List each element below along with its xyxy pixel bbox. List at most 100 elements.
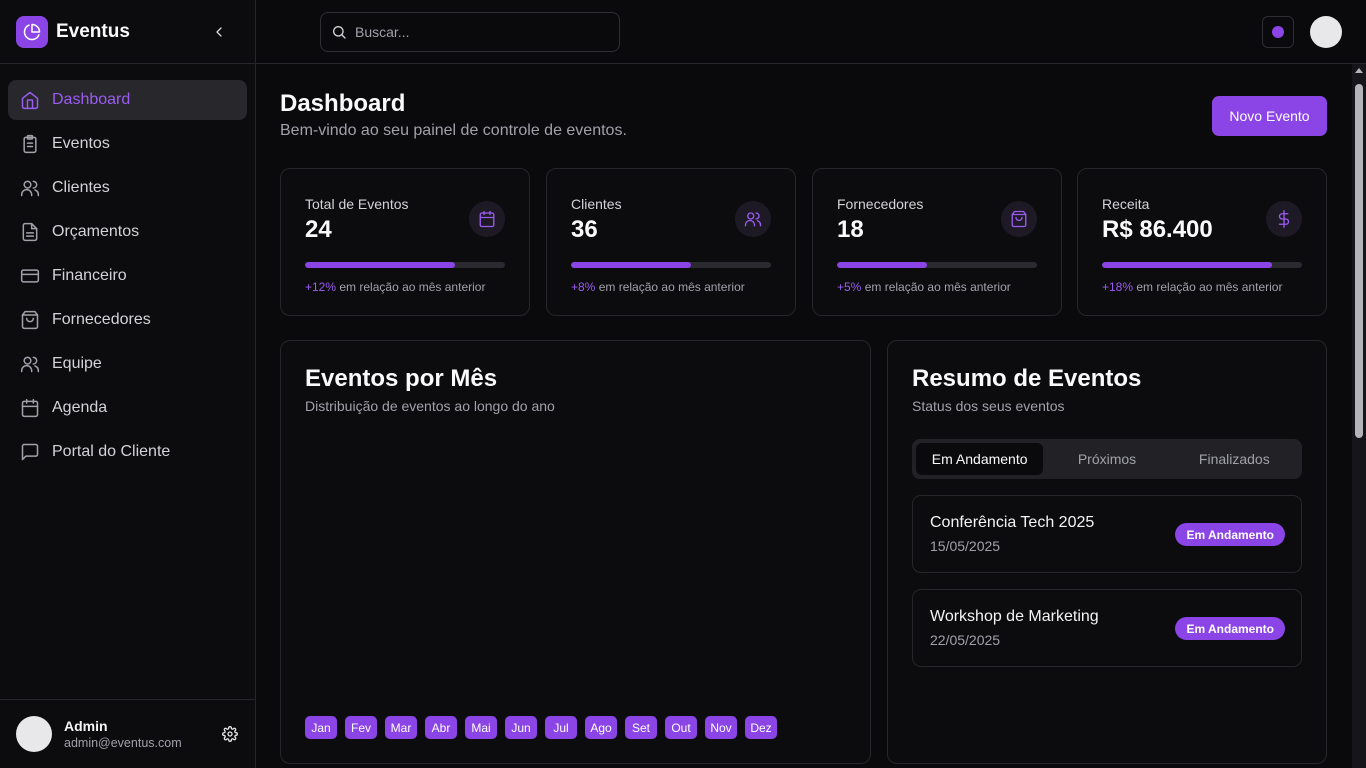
page-title: Dashboard bbox=[280, 90, 406, 117]
stat-label: Clientes bbox=[571, 196, 622, 212]
theme-dot-icon bbox=[1272, 26, 1284, 38]
stat-change: +12% bbox=[305, 280, 337, 294]
month-label: Jun bbox=[505, 716, 537, 739]
month-label: Mar bbox=[385, 716, 417, 739]
sidebar-item-label: Portal do Cliente bbox=[52, 443, 171, 460]
theme-toggle-button[interactable] bbox=[1262, 16, 1294, 48]
scrollbar-thumb[interactable] bbox=[1355, 84, 1363, 438]
status-tabs: Em Andamento Próximos Finalizados bbox=[912, 439, 1302, 479]
stat-change-suffix: em relação ao mês anterior bbox=[1136, 280, 1283, 294]
user-info: Admin admin@eventus.com bbox=[64, 718, 182, 750]
stat-footer: +18% em relação ao mês anterior bbox=[1102, 280, 1282, 294]
progress-bar bbox=[837, 262, 1037, 268]
users-icon bbox=[20, 178, 40, 198]
stat-value: R$ 86.400 bbox=[1102, 216, 1213, 243]
chevron-left-icon bbox=[216, 26, 222, 37]
scroll-up-arrow-icon[interactable] bbox=[1355, 68, 1363, 73]
home-icon bbox=[20, 90, 40, 110]
tab-proximos[interactable]: Próximos bbox=[1043, 443, 1170, 475]
stat-label: Total de Eventos bbox=[305, 196, 409, 212]
gear-icon bbox=[222, 726, 238, 742]
stat-change-suffix: em relação ao mês anterior bbox=[598, 280, 745, 294]
users-icon bbox=[20, 354, 40, 374]
calendar-icon bbox=[469, 201, 505, 237]
sidebar-item-eventos[interactable]: Eventos bbox=[8, 124, 247, 164]
main-content: Dashboard Bem-vindo ao seu painel de con… bbox=[256, 64, 1352, 768]
sidebar-item-orcamentos[interactable]: Orçamentos bbox=[8, 212, 247, 252]
month-label: Dez bbox=[745, 716, 777, 739]
card-title: Eventos por Mês bbox=[305, 365, 498, 392]
stat-change-suffix: em relação ao mês anterior bbox=[864, 280, 1011, 294]
new-event-button[interactable]: Novo Evento bbox=[1212, 96, 1327, 136]
sidebar-item-financeiro[interactable]: Financeiro bbox=[8, 256, 247, 296]
card-subtitle: Distribuição de eventos ao longo do ano bbox=[305, 398, 555, 414]
stat-label: Fornecedores bbox=[837, 196, 924, 212]
stat-footer: +5% em relação ao mês anterior bbox=[837, 280, 1011, 294]
users-icon bbox=[735, 201, 771, 237]
sidebar-item-label: Dashboard bbox=[52, 91, 131, 108]
month-label: Mai bbox=[465, 716, 497, 739]
search-icon bbox=[333, 26, 346, 39]
stat-value: 24 bbox=[305, 216, 332, 243]
progress-fill bbox=[305, 262, 455, 268]
message-square-icon bbox=[20, 442, 40, 462]
event-item[interactable]: Conferência Tech 2025 15/05/2025 Em Anda… bbox=[912, 495, 1302, 573]
event-name: Workshop de Marketing bbox=[930, 608, 1099, 625]
clipboard-icon bbox=[20, 134, 40, 154]
brand: Eventus bbox=[0, 0, 255, 64]
month-label: Fev bbox=[345, 716, 377, 739]
month-label: Ago bbox=[585, 716, 617, 739]
search-input[interactable] bbox=[355, 24, 595, 40]
progress-fill bbox=[571, 262, 691, 268]
status-badge: Em Andamento bbox=[1175, 523, 1285, 546]
status-badge: Em Andamento bbox=[1175, 617, 1285, 640]
sidebar-item-dashboard[interactable]: Dashboard bbox=[8, 80, 247, 120]
sidebar-item-equipe[interactable]: Equipe bbox=[8, 344, 247, 384]
search-box[interactable] bbox=[320, 12, 620, 52]
sidebar-item-label: Orçamentos bbox=[52, 223, 140, 240]
tab-em-andamento[interactable]: Em Andamento bbox=[916, 443, 1044, 475]
settings-button[interactable] bbox=[221, 725, 239, 743]
credit-card-icon bbox=[20, 266, 40, 286]
brand-name: Eventus bbox=[56, 20, 130, 42]
user-avatar-button[interactable] bbox=[1310, 16, 1342, 48]
sidebar-item-clientes[interactable]: Clientes bbox=[8, 168, 247, 208]
stat-change: +8% bbox=[571, 280, 596, 294]
collapse-sidebar-button[interactable] bbox=[207, 20, 231, 44]
card-subtitle: Status dos seus eventos bbox=[912, 398, 1065, 414]
stat-card-fornecedores: Fornecedores 18 +5% em relação ao mês an… bbox=[812, 168, 1062, 316]
stat-footer: +8% em relação ao mês anterior bbox=[571, 280, 745, 294]
progress-bar bbox=[305, 262, 505, 268]
shopping-bag-icon bbox=[1001, 201, 1037, 237]
event-item[interactable]: Workshop de Marketing 22/05/2025 Em Anda… bbox=[912, 589, 1302, 667]
progress-fill bbox=[837, 262, 927, 268]
monthly-events-card: Eventos por Mês Distribuição de eventos … bbox=[280, 340, 871, 764]
sidebar-item-label: Eventos bbox=[52, 135, 110, 152]
shopping-bag-icon bbox=[20, 310, 40, 330]
tab-finalizados[interactable]: Finalizados bbox=[1171, 443, 1298, 475]
event-date: 22/05/2025 bbox=[930, 632, 1001, 648]
month-label: Jul bbox=[545, 716, 577, 739]
user-email: admin@eventus.com bbox=[64, 736, 182, 750]
sidebar-item-label: Equipe bbox=[52, 355, 102, 372]
stat-value: 36 bbox=[571, 216, 598, 243]
sidebar-item-portal-do-cliente[interactable]: Portal do Cliente bbox=[8, 432, 247, 472]
month-label: Abr bbox=[425, 716, 457, 739]
card-title: Resumo de Eventos bbox=[912, 365, 1142, 392]
scrollbar[interactable] bbox=[1352, 64, 1366, 768]
avatar[interactable] bbox=[16, 716, 52, 752]
month-label: Nov bbox=[705, 716, 737, 739]
sidebar: Eventus Dashboard Eventos Clientes Orçam… bbox=[0, 0, 256, 768]
sidebar-item-fornecedores[interactable]: Fornecedores bbox=[8, 300, 247, 340]
sidebar-item-label: Financeiro bbox=[52, 267, 127, 284]
calendar-icon bbox=[20, 398, 40, 418]
progress-fill bbox=[1102, 262, 1272, 268]
topbar bbox=[256, 0, 1366, 64]
stat-label: Receita bbox=[1102, 196, 1150, 212]
logo-icon bbox=[16, 15, 48, 48]
month-labels: Jan Fev Mar Abr Mai Jun Jul Ago Set Out Nov Dez bbox=[305, 716, 785, 739]
stat-change-suffix: em relação ao mês anterior bbox=[339, 280, 486, 294]
month-label: Jan bbox=[305, 716, 337, 739]
sidebar-item-agenda[interactable]: Agenda bbox=[8, 388, 247, 428]
month-label: Set bbox=[625, 716, 657, 739]
